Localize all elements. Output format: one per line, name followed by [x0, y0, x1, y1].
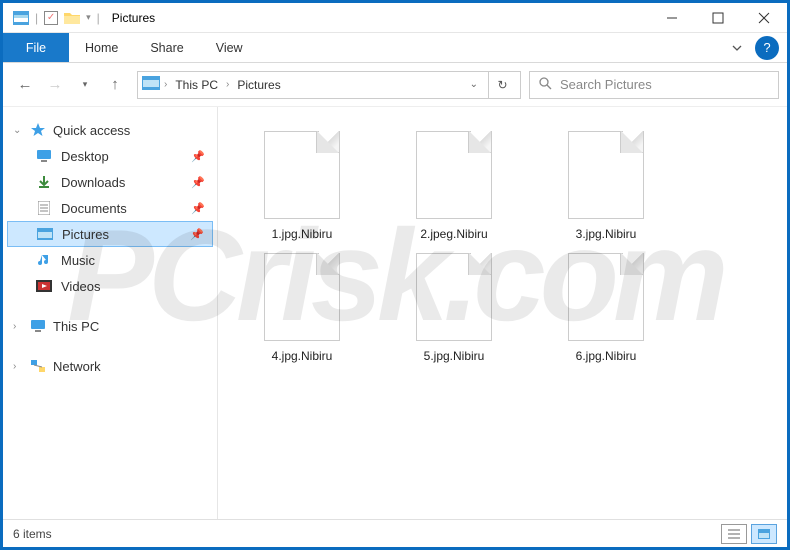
search-input[interactable]: Search Pictures [529, 71, 779, 99]
tab-share[interactable]: Share [134, 33, 199, 62]
qa-dropdown-icon[interactable]: ▾ [86, 12, 91, 23]
explorer-window: | ✓ ▾ | Pictures File Home Share View ? … [0, 0, 790, 550]
pictures-location-icon [142, 76, 160, 93]
item-count: 6 items [13, 527, 52, 541]
file-item[interactable]: 5.jpg.Nibiru [390, 253, 518, 363]
maximize-button[interactable] [695, 3, 741, 33]
chevron-right-icon[interactable]: › [164, 79, 167, 90]
breadcrumb[interactable]: This PC [171, 78, 222, 92]
videos-icon [35, 280, 53, 292]
sidebar-quick-access[interactable]: ⌄ Quick access [7, 117, 213, 143]
music-icon [35, 253, 53, 267]
chevron-down-icon[interactable]: ⌄ [13, 125, 23, 136]
navigation-pane: ⌄ Quick access Desktop📌Downloads📌Documen… [3, 107, 218, 519]
sidebar-item-label: Quick access [53, 123, 130, 138]
separator: | [97, 11, 100, 25]
downloads-icon [35, 175, 53, 189]
file-item[interactable]: 4.jpg.Nibiru [238, 253, 366, 363]
file-item[interactable]: 6.jpg.Nibiru [542, 253, 670, 363]
title-bar-left: | ✓ ▾ | Pictures [3, 11, 649, 25]
chevron-right-icon[interactable]: › [226, 79, 229, 90]
file-name: 6.jpg.Nibiru [576, 349, 637, 363]
pc-icon [29, 319, 47, 333]
desktop-icon [35, 149, 53, 163]
file-name: 5.jpg.Nibiru [424, 349, 485, 363]
sidebar-network[interactable]: › Network [7, 353, 213, 379]
sidebar-item-label: Pictures [62, 227, 109, 242]
file-icon [416, 253, 492, 341]
thumbnails-view-button[interactable] [751, 524, 777, 544]
sidebar-item-music[interactable]: Music [7, 247, 213, 273]
status-bar: 6 items [3, 519, 787, 547]
sidebar-item-videos[interactable]: Videos [7, 273, 213, 299]
sidebar-item-label: Downloads [61, 175, 125, 190]
sidebar-item-documents[interactable]: Documents 📌 [7, 195, 213, 221]
navigation-bar: ← → ▾ ↑ › This PC › Pictures ⌄ ↻ Search … [3, 63, 787, 107]
minimize-button[interactable] [649, 3, 695, 33]
ribbon: File Home Share View ? [3, 33, 787, 63]
search-icon [538, 76, 552, 93]
chevron-right-icon[interactable]: › [13, 361, 23, 372]
folder-icon [64, 11, 80, 25]
address-bar[interactable]: › This PC › Pictures ⌄ ↻ [137, 71, 521, 99]
file-item[interactable]: 1.jpg.Nibiru [238, 131, 366, 241]
pin-icon: 📌 [190, 228, 204, 241]
pictures-icon [36, 228, 54, 240]
file-item[interactable]: 3.jpg.Nibiru [542, 131, 670, 241]
pin-icon: 📌 [191, 176, 205, 189]
star-icon [29, 122, 47, 138]
sidebar-this-pc[interactable]: › This PC [7, 313, 213, 339]
search-placeholder: Search Pictures [560, 77, 652, 92]
forward-button[interactable]: → [41, 71, 69, 99]
file-tab[interactable]: File [3, 33, 69, 62]
file-icon [264, 131, 340, 219]
details-view-button[interactable] [721, 524, 747, 544]
sidebar-item-downloads[interactable]: Downloads 📌 [7, 169, 213, 195]
file-name: 3.jpg.Nibiru [576, 227, 637, 241]
file-icon [568, 253, 644, 341]
help-button[interactable]: ? [755, 36, 779, 60]
file-icon [416, 131, 492, 219]
app-icon [13, 11, 29, 25]
sidebar-item-label: Music [61, 253, 95, 268]
pin-icon: 📌 [191, 150, 205, 163]
file-name: 1.jpg.Nibiru [272, 227, 333, 241]
sidebar-item-label: This PC [53, 319, 99, 334]
file-grid: 1.jpg.Nibiru 2.jpeg.Nibiru 3.jpg.Nibiru 4.j… [238, 131, 767, 363]
sidebar-item-label: Network [53, 359, 101, 374]
network-icon [29, 359, 47, 373]
sidebar-item-desktop[interactable]: Desktop 📌 [7, 143, 213, 169]
address-dropdown-icon[interactable]: ⌄ [464, 79, 484, 90]
chevron-right-icon[interactable]: › [13, 321, 23, 332]
title-bar: | ✓ ▾ | Pictures [3, 3, 787, 33]
file-name: 4.jpg.Nibiru [272, 349, 333, 363]
breadcrumb[interactable]: Pictures [233, 78, 284, 92]
pin-icon: 📌 [191, 202, 205, 215]
documents-icon [35, 201, 53, 215]
file-icon [568, 131, 644, 219]
file-item[interactable]: 2.jpeg.Nibiru [390, 131, 518, 241]
close-button[interactable] [741, 3, 787, 33]
refresh-button[interactable]: ↻ [488, 72, 516, 98]
recent-dropdown-icon[interactable]: ▾ [71, 71, 99, 99]
content-pane[interactable]: 1.jpg.Nibiru 2.jpeg.Nibiru 3.jpg.Nibiru 4.j… [218, 107, 787, 519]
window-controls [649, 3, 787, 33]
sidebar-item-label: Documents [61, 201, 127, 216]
separator: | [35, 11, 38, 25]
file-icon [264, 253, 340, 341]
window-title: Pictures [106, 11, 155, 25]
sidebar-item-label: Desktop [61, 149, 109, 164]
body: ⌄ Quick access Desktop📌Downloads📌Documen… [3, 107, 787, 519]
qa-check-icon[interactable]: ✓ [44, 11, 58, 25]
ribbon-expand-icon[interactable] [719, 33, 755, 62]
tab-view[interactable]: View [200, 33, 259, 62]
sidebar-item-label: Videos [61, 279, 101, 294]
tab-home[interactable]: Home [69, 33, 134, 62]
file-name: 2.jpeg.Nibiru [420, 227, 487, 241]
up-button[interactable]: ↑ [101, 71, 129, 99]
back-button[interactable]: ← [11, 71, 39, 99]
sidebar-item-pictures[interactable]: Pictures 📌 [7, 221, 213, 247]
